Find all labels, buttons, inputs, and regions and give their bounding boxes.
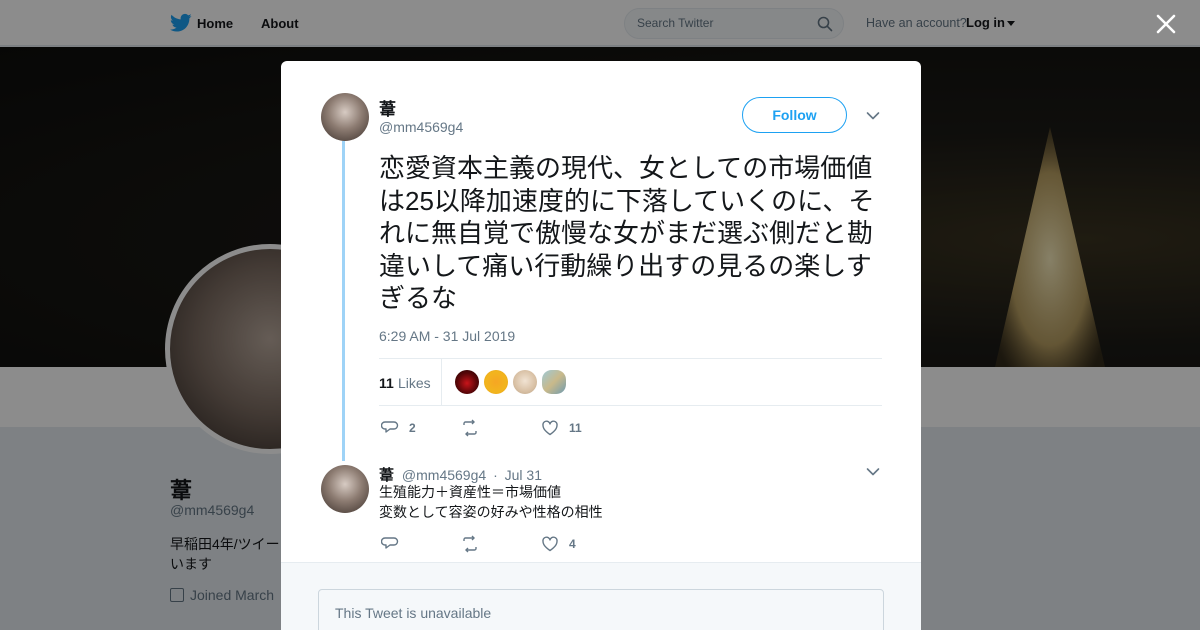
like-count: 11 [569,421,582,435]
retweet-icon [463,419,477,437]
stats-divider [441,359,442,405]
reply-icon [381,421,399,433]
author-avatar[interactable] [321,93,369,141]
heart-icon [542,536,558,552]
unavailable-text: This Tweet is unavailable [335,605,492,621]
like-count: 4 [569,537,576,551]
liker-avatar-2[interactable] [484,370,508,394]
reply-date[interactable]: Jul 31 [505,467,542,483]
tweet-modal: 葦 @mm4569g4 Follow 恋愛資本主義の現代、女としての市場価値は2… [281,61,921,630]
close-icon[interactable] [1155,13,1177,35]
tweet-timestamp[interactable]: 6:29 AM - 31 Jul 2019 [379,328,515,344]
liker-avatar-4[interactable] [542,370,566,394]
tweet-text: 恋愛資本主義の現代、女としての市場価値は25以降加速度的に下落していくのに、それ… [379,153,875,313]
liker-avatar-1[interactable] [455,370,479,394]
chevron-down-icon[interactable] [866,111,880,121]
reply-text-line-2: 変数として容姿の好みや性格の相性 [379,504,603,520]
reply-author-handle[interactable]: @mm4569g4 [402,467,486,483]
unavailable-tweet-card: This Tweet is unavailable [318,589,884,630]
author-name[interactable]: 葦 [379,95,396,120]
reply-separator: · [493,467,498,483]
heart-icon [542,420,558,436]
follow-button[interactable]: Follow [742,97,847,133]
tweet-actions: 2 11 [381,418,681,438]
chevron-down-icon[interactable] [866,467,880,477]
reply-icon [381,537,399,549]
reply-text-line-1: 生殖能力＋資産性＝市場価値 [379,484,561,500]
retweet-icon [463,535,477,553]
reply-text: 生殖能力＋資産性＝市場価値 変数として容姿の好みや性格の相性 [379,482,603,522]
liker-avatar-3[interactable] [513,370,537,394]
reply-actions: 4 [381,534,681,554]
tweet-stats: 11 Likes [379,358,882,406]
reply-author-avatar[interactable] [321,465,369,513]
thread-connector [342,141,345,461]
likes-label[interactable]: Likes [398,375,431,391]
likes-count[interactable]: 11 [379,375,394,391]
conversation-footer: This Tweet is unavailable [281,562,921,630]
author-handle[interactable]: @mm4569g4 [379,119,463,135]
reply-count: 2 [409,421,416,435]
